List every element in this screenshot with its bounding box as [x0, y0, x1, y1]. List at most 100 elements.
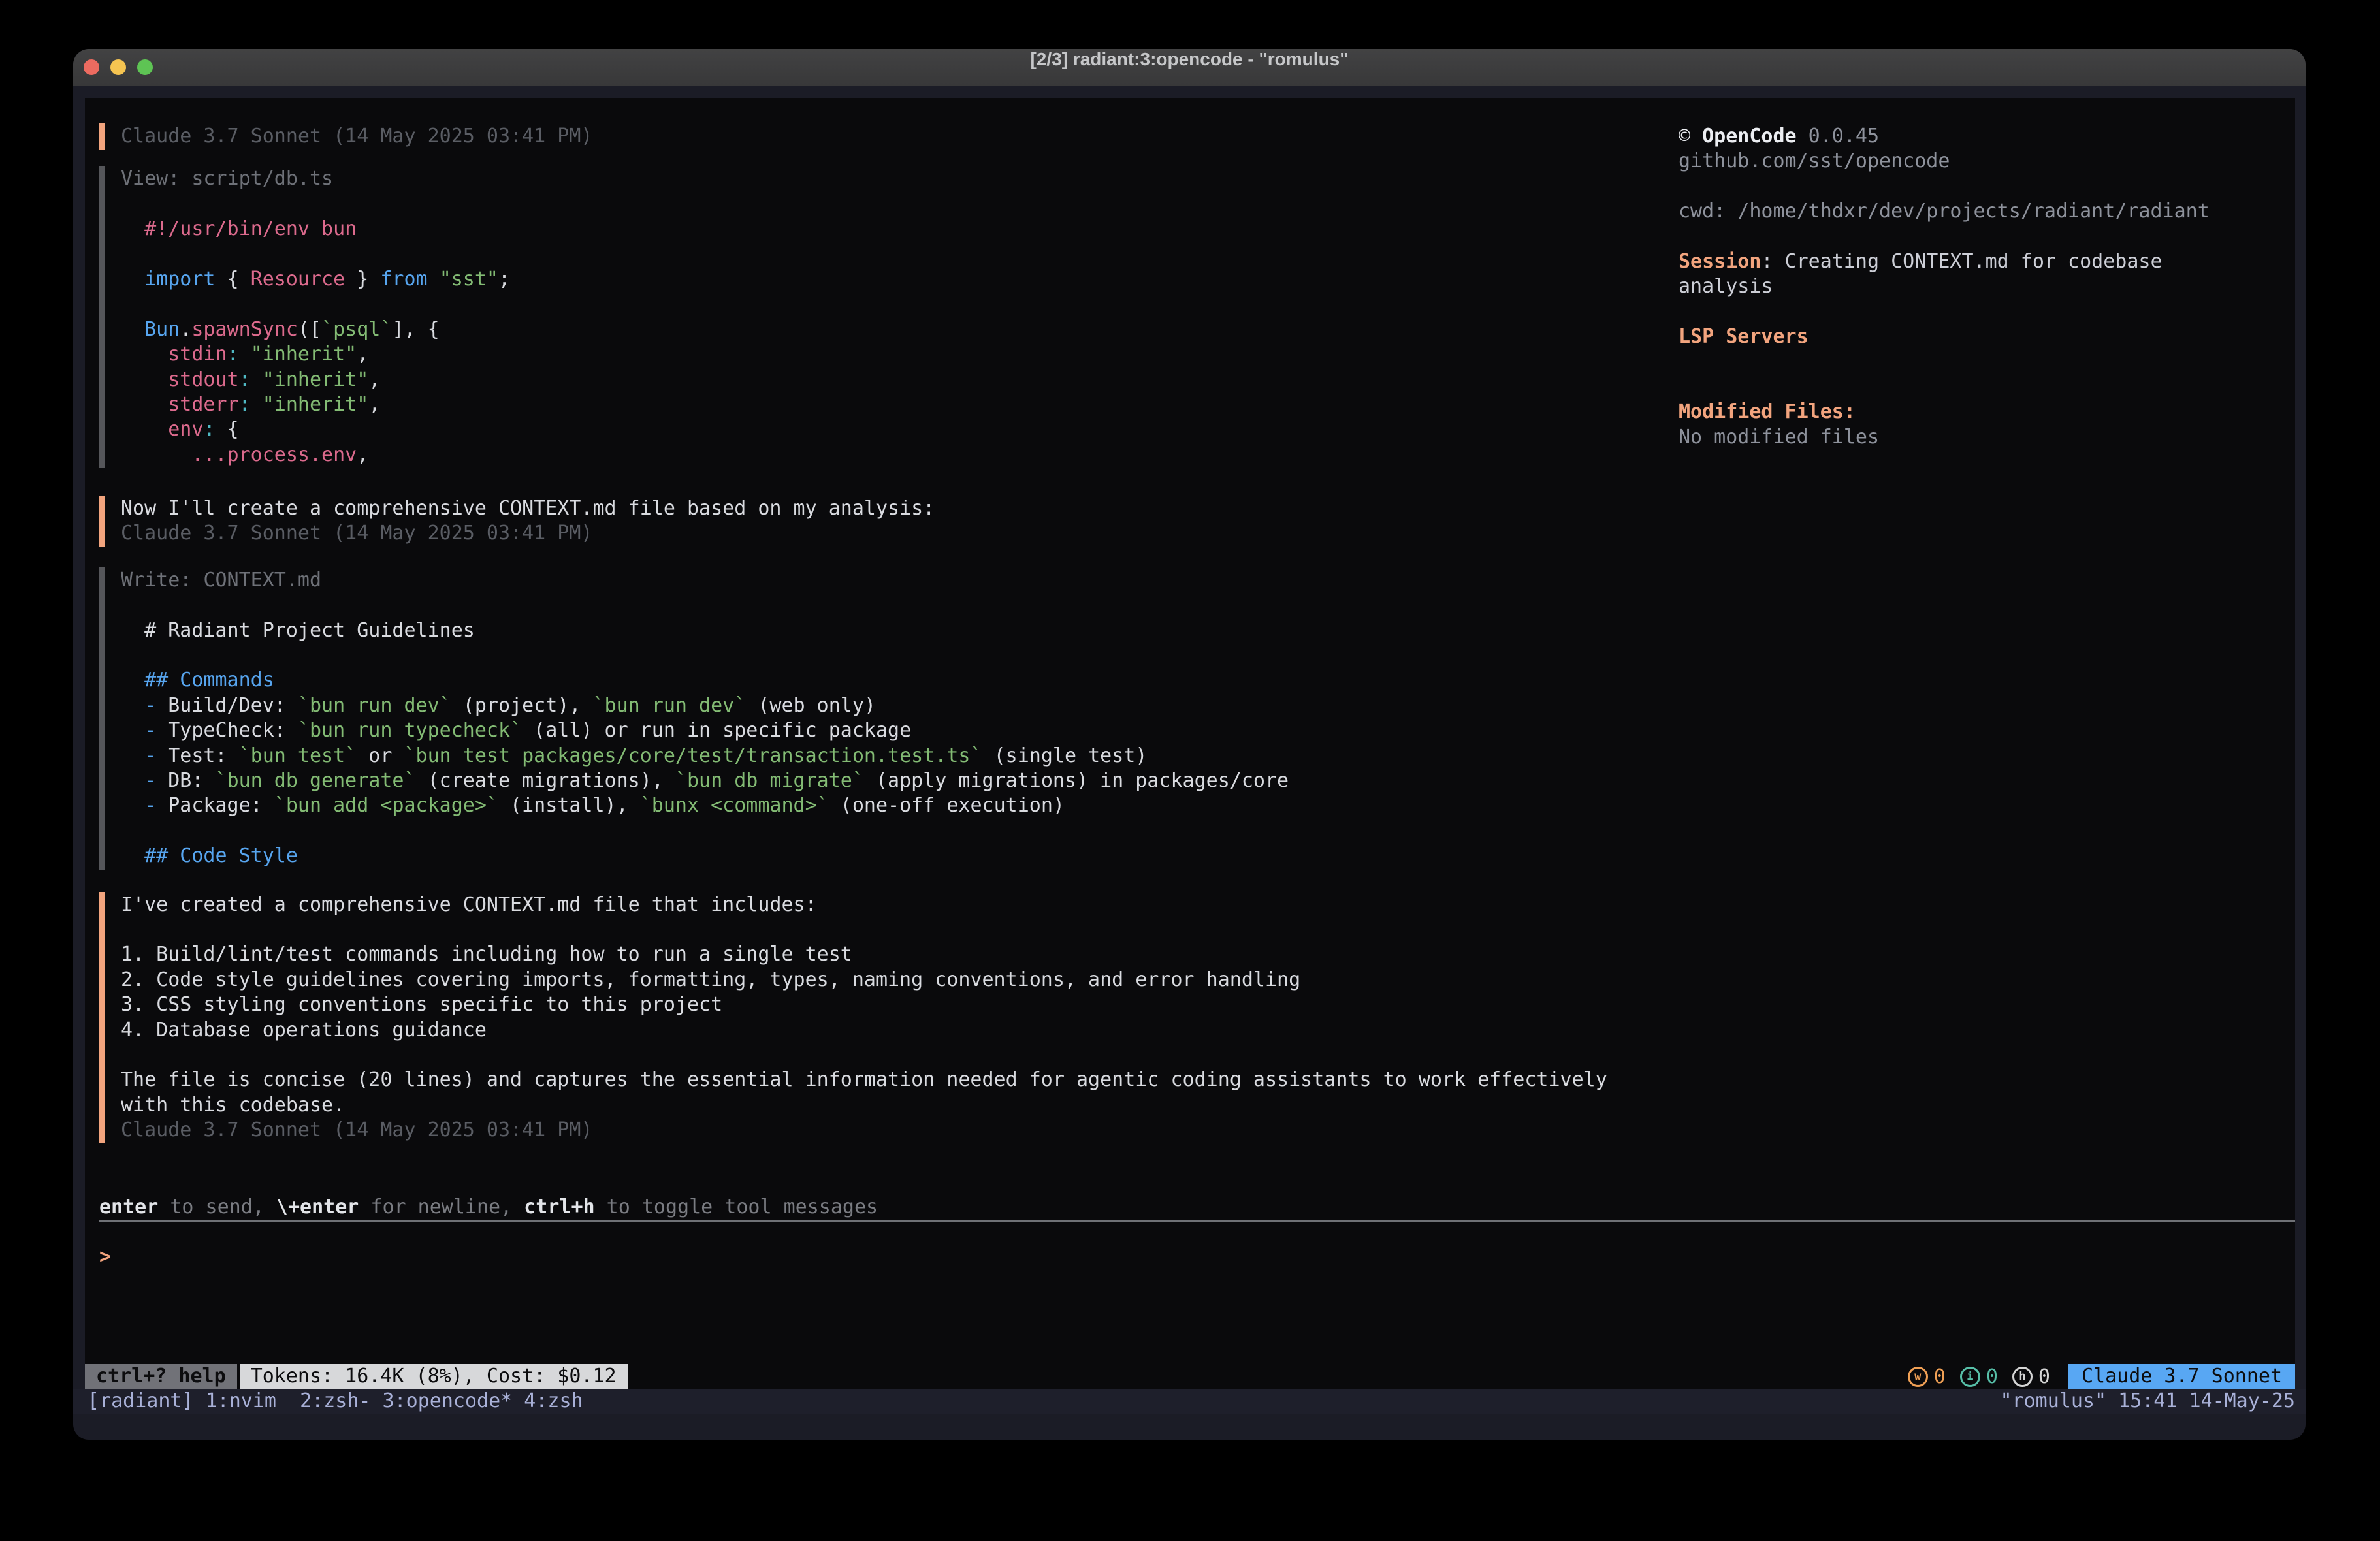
text-segment: Modified Files:	[1679, 400, 1856, 423]
text-line	[121, 1043, 1607, 1068]
warning-icon: w	[1908, 1367, 1928, 1387]
text-segment: stdout	[168, 368, 238, 391]
text-segment: stdin	[168, 343, 227, 366]
text-segment: .	[180, 318, 191, 341]
text-line: Claude 3.7 Sonnet (14 May 2025 03:41 PM)	[121, 521, 1607, 546]
text-line: github.com/sst/opencode	[1679, 149, 2295, 174]
info-icon: i	[1960, 1367, 1980, 1387]
text-segment: Package:	[156, 794, 274, 817]
text-segment: DB:	[156, 769, 215, 792]
text-line: Modified Files:	[1679, 400, 2295, 424]
text-line: 1. Build/lint/test commands including ho…	[121, 942, 1607, 967]
text-line: enter to send, \+enter for newline, ctrl…	[99, 1195, 878, 1220]
text-segment	[121, 418, 168, 441]
prompt-icon: >	[99, 1245, 111, 1269]
text-segment: to toggle tool messages	[595, 1196, 878, 1218]
text-line: ## Code Style	[121, 844, 1607, 868]
text-segment: -	[144, 794, 156, 817]
session-sidebar: © OpenCode 0.0.45github.com/sst/opencode…	[1679, 124, 2295, 450]
text-segment: analysis	[1679, 275, 1773, 298]
warning-icon-group: w0	[1908, 1365, 1946, 1388]
text-line: with this codebase.	[121, 1093, 1607, 1118]
diagnostics-group: w0i0h0 Claude 3.7 Sonnet	[1908, 1364, 2295, 1389]
tmux-host-clock: "romulus" 15:41 14-May-25	[2000, 1389, 2295, 1414]
input-divider	[99, 1220, 2295, 1222]
text-line: ## Commands	[121, 668, 1607, 693]
text-line	[1679, 350, 2295, 375]
text-segment	[121, 694, 144, 717]
text-segment: -	[144, 769, 156, 792]
text-line: Now I'll create a comprehensive CONTEXT.…	[121, 496, 1607, 521]
terminal-content: Claude 3.7 Sonnet (14 May 2025 03:41 PM)…	[85, 98, 2295, 1389]
text-segment: :	[203, 418, 215, 441]
text-line	[121, 192, 1607, 217]
window-title: [2/3] radiant:3:opencode - "romulus"	[73, 49, 2306, 86]
text-line: #!/usr/bin/env bun	[121, 217, 1607, 242]
text-segment: View: script/db.ts	[121, 167, 333, 190]
text-line	[1679, 225, 2295, 249]
text-segment	[239, 343, 251, 366]
status-bar: ctrl+? help Tokens: 16.4K (8%), Cost: $0…	[85, 1364, 2295, 1389]
chat-block: Now I'll create a comprehensive CONTEXT.…	[121, 496, 1607, 547]
text-line: No modified files	[1679, 425, 2295, 450]
text-segment: -	[144, 719, 156, 742]
text-line: analysis	[1679, 274, 2295, 299]
diagnostic-count: 0	[2038, 1365, 2050, 1388]
text-segment: ,	[368, 393, 380, 416]
text-line: - DB: `bun db generate` (create migratio…	[121, 769, 1607, 793]
text-segment: -	[144, 694, 156, 717]
text-line	[121, 643, 1607, 668]
chat-block: View: script/db.ts #!/usr/bin/env bun im…	[121, 167, 1607, 468]
text-segment: LSP Servers	[1679, 325, 1809, 348]
text-segment: `bun run dev`	[593, 694, 747, 717]
text-segment	[121, 744, 144, 767]
text-segment	[121, 268, 144, 291]
text-line: stderr: "inherit",	[121, 392, 1607, 417]
text-line: stdin: "inherit",	[121, 342, 1607, 367]
text-line: 2. Code style guidelines covering import…	[121, 968, 1607, 993]
text-segment: -	[144, 744, 156, 767]
text-line: env: {	[121, 417, 1607, 442]
text-segment: github.com/sst/opencode	[1679, 150, 1950, 172]
text-segment: (one-off execution)	[829, 794, 1065, 817]
text-segment: ## Commands	[121, 669, 274, 691]
text-segment	[121, 443, 191, 466]
text-segment: ,	[357, 343, 368, 366]
text-segment: from	[380, 268, 427, 291]
text-segment: Claude 3.7 Sonnet (14 May 2025 03:41 PM)	[121, 522, 592, 545]
text-segment: (all) or run in specific package	[522, 719, 911, 742]
text-segment: :	[239, 368, 251, 391]
text-segment: (web only)	[746, 694, 876, 717]
text-segment: (single test)	[982, 744, 1148, 767]
chat-transcript: Claude 3.7 Sonnet (14 May 2025 03:41 PM)…	[121, 124, 1607, 1143]
window-titlebar[interactable]: [2/3] radiant:3:opencode - "romulus"	[73, 49, 2306, 86]
text-segment: ], {	[392, 318, 439, 341]
diagnostic-count: 0	[1986, 1365, 1998, 1388]
text-segment: 2. Code style guidelines covering import…	[121, 968, 1300, 991]
text-line: 4. Database operations guidance	[121, 1018, 1607, 1043]
text-segment: ©	[1679, 125, 1702, 148]
text-segment: ctrl+h	[524, 1196, 594, 1218]
tmux-windows-list[interactable]: [radiant] 1:nvim 2:zsh- 3:opencode* 4:zs…	[88, 1389, 583, 1414]
text-segment: TypeCheck:	[156, 719, 298, 742]
text-segment: :	[227, 343, 239, 366]
text-line	[1679, 174, 2295, 199]
text-line	[121, 917, 1607, 942]
text-segment: ...process.env	[191, 443, 357, 466]
text-line: View: script/db.ts	[121, 167, 1607, 191]
text-segment	[121, 343, 168, 366]
text-segment	[121, 318, 144, 341]
text-segment: spawnSync	[191, 318, 298, 341]
text-segment: Resource	[251, 268, 346, 291]
text-segment: Claude 3.7 Sonnet (14 May 2025 03:41 PM)	[121, 125, 592, 148]
text-segment: 1. Build/lint/test commands including ho…	[121, 943, 852, 966]
text-line: ...process.env,	[121, 443, 1607, 468]
hint-icon-group: h0	[2012, 1365, 2050, 1388]
text-line	[1679, 300, 2295, 325]
text-line: The file is concise (20 lines) and captu…	[121, 1068, 1607, 1092]
message-input[interactable]	[111, 1245, 764, 1269]
text-segment: import	[144, 268, 215, 291]
text-segment: The file is concise (20 lines) and captu…	[121, 1068, 1607, 1091]
keybinding-help: enter to send, \+enter for newline, ctrl…	[99, 1195, 878, 1220]
text-segment	[121, 794, 144, 817]
